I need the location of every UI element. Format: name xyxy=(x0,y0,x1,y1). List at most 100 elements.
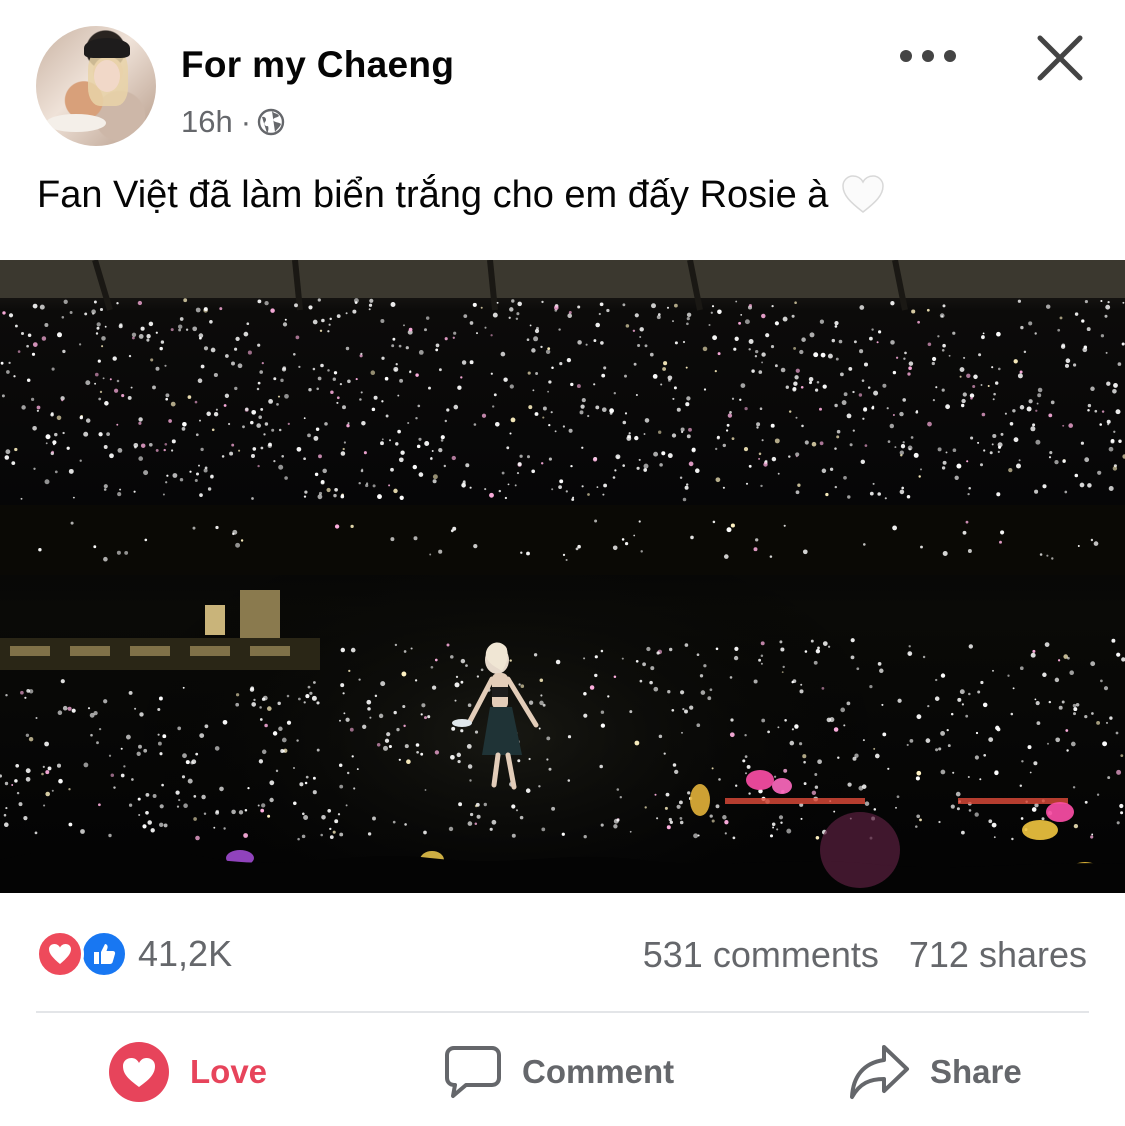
crowd-light xyxy=(554,430,557,433)
crowd-light xyxy=(540,345,543,349)
crowd-light xyxy=(338,763,343,768)
crowd-light xyxy=(702,346,708,352)
crowd-light xyxy=(525,788,531,793)
crowd-light xyxy=(469,360,474,365)
crowd-light xyxy=(680,427,685,432)
crowd-light xyxy=(314,472,319,477)
crowd-light xyxy=(874,753,880,759)
shares-count[interactable]: 712 shares xyxy=(909,934,1087,976)
crowd-light xyxy=(674,303,678,308)
close-button[interactable] xyxy=(1032,30,1088,86)
crowd-light xyxy=(729,676,733,679)
crowd-light xyxy=(469,812,474,817)
crowd-light xyxy=(685,366,688,369)
crowd-light xyxy=(27,333,32,337)
crowd-light xyxy=(378,496,381,499)
crowd-light xyxy=(108,833,112,838)
crowd-light xyxy=(108,754,112,757)
crowd-light xyxy=(351,755,354,758)
crowd-light xyxy=(1087,483,1092,488)
crowd-light xyxy=(148,442,153,447)
crowd-light xyxy=(536,326,539,330)
crowd-light xyxy=(1090,661,1096,667)
crowd-light xyxy=(489,492,494,498)
crowd-light xyxy=(146,338,150,342)
crowd-light xyxy=(676,407,681,412)
crowd-light xyxy=(243,331,249,337)
crowd-light xyxy=(18,802,23,807)
crowd-light xyxy=(540,462,544,465)
crowd-light xyxy=(393,488,398,494)
crowd-light xyxy=(294,303,298,308)
crowd-light xyxy=(980,680,984,685)
crowd-light xyxy=(94,382,97,385)
comments-count[interactable]: 531 comments xyxy=(643,934,879,976)
crowd-light xyxy=(150,358,154,362)
crowd-light xyxy=(251,702,257,707)
crowd-light xyxy=(109,453,114,459)
crowd-light xyxy=(345,717,350,722)
crowd-light xyxy=(829,717,835,723)
crowd-light xyxy=(143,748,148,753)
crowd-light xyxy=(700,690,706,695)
crowd-light xyxy=(740,383,746,388)
crowd-light xyxy=(539,678,544,682)
crowd-light xyxy=(417,404,421,408)
post-time[interactable]: 16h xyxy=(181,104,233,140)
crowd-light xyxy=(684,709,688,714)
crowd-light xyxy=(725,429,729,432)
crowd-light xyxy=(370,370,376,375)
crowd-light xyxy=(1075,703,1080,707)
crowd-light xyxy=(247,350,252,355)
crowd-light xyxy=(1070,741,1076,747)
crowd-light xyxy=(810,639,814,643)
post-photo[interactable] xyxy=(0,260,1125,893)
crowd-light xyxy=(432,474,438,480)
crowd-light xyxy=(684,643,689,647)
crowd-light xyxy=(159,752,163,756)
crowd-light xyxy=(577,305,581,309)
crowd-light xyxy=(981,334,985,339)
crowd-light xyxy=(821,687,825,690)
author-name[interactable]: For my Chaeng xyxy=(181,44,454,86)
crowd-light xyxy=(316,748,320,752)
crowd-light xyxy=(273,459,276,463)
crowd-light xyxy=(469,321,474,325)
crowd-light xyxy=(817,646,820,650)
comment-button[interactable]: Comment xyxy=(444,1040,674,1104)
crowd-light xyxy=(200,447,204,452)
crowd-light xyxy=(276,403,279,406)
crowd-light xyxy=(717,309,722,315)
crowd-light xyxy=(116,423,119,426)
share-button[interactable]: Share xyxy=(848,1040,1022,1104)
crowd-light xyxy=(215,525,219,530)
love-button[interactable]: Love xyxy=(108,1040,267,1104)
crowd-light xyxy=(431,685,437,690)
crowd-light xyxy=(393,366,399,372)
crowd-light xyxy=(780,367,786,373)
crowd-light xyxy=(657,313,661,316)
crowd-light xyxy=(455,675,459,679)
crowd-light xyxy=(609,411,613,415)
crowd-light xyxy=(520,551,523,554)
crowd-light xyxy=(509,384,514,389)
crowd-light xyxy=(682,707,685,711)
crowd-light xyxy=(555,659,561,665)
crowd-light xyxy=(6,370,10,374)
crowd-light xyxy=(162,734,167,739)
crowd-light xyxy=(45,442,48,445)
author-avatar[interactable] xyxy=(36,26,156,146)
crowd-light xyxy=(388,484,391,487)
crowd-light xyxy=(480,668,484,672)
more-options-button[interactable] xyxy=(900,36,956,76)
crowd-light xyxy=(28,736,34,742)
crowd-light xyxy=(1051,557,1054,560)
crowd-light xyxy=(444,419,447,423)
crowd-light xyxy=(739,398,742,401)
crowd-light xyxy=(948,354,951,357)
crowd-light xyxy=(882,383,887,388)
post-text: Fan Việt đã làm biển trắng cho em đấy Ro… xyxy=(37,173,829,216)
crowd-light xyxy=(44,323,49,327)
crowd-light xyxy=(406,759,411,765)
reactions-summary[interactable]: 41,2K xyxy=(36,930,232,978)
